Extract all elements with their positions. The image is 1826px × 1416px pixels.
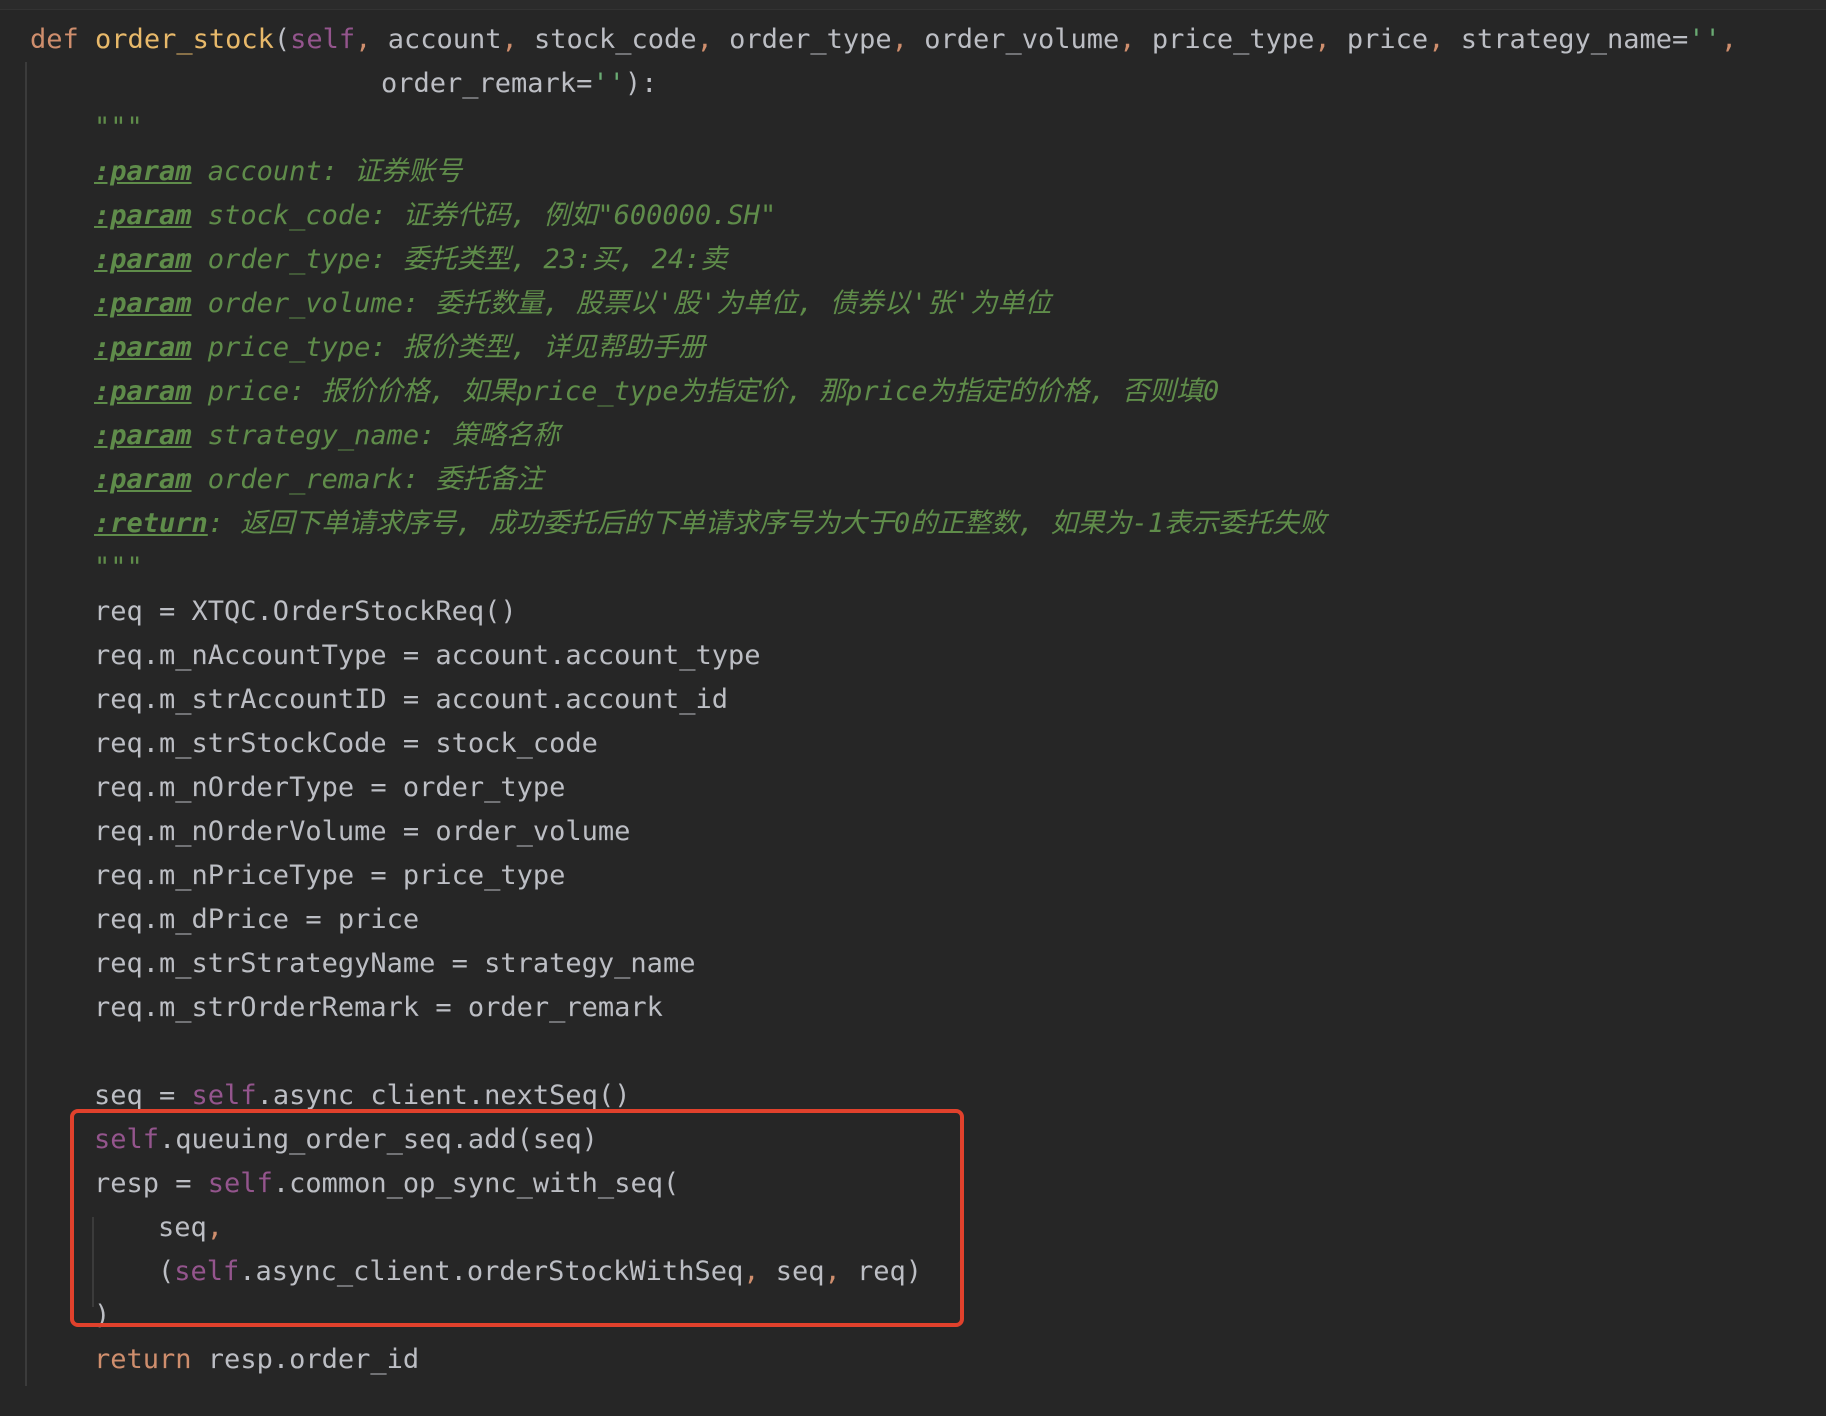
comma: , xyxy=(501,24,518,55)
comma: , xyxy=(1119,24,1136,55)
doc-param-tag: :param xyxy=(94,244,192,275)
self-keyword: self xyxy=(191,1080,257,1111)
param-account: account xyxy=(387,24,502,55)
code-line-body[interactable]: req.m_strStockCode = stock_code xyxy=(94,722,598,766)
doc-param-line[interactable]: :param order_remark: 委托备注 xyxy=(94,458,543,502)
doc-param-desc: 策略名称 xyxy=(451,420,560,451)
red-highlight-box xyxy=(70,1109,964,1327)
doc-param-desc: 委托备注 xyxy=(435,464,544,495)
doc-param-name: order_type: xyxy=(191,244,403,275)
paren-open: ( xyxy=(273,24,291,55)
string-empty: '' xyxy=(1688,24,1721,55)
param-strategy-name: strategy_name= xyxy=(1460,24,1689,55)
code-line-body[interactable]: req = XTQC.OrderStockReq() xyxy=(94,590,517,634)
code-line-body[interactable]: req.m_nAccountType = account.account_typ… xyxy=(94,634,760,678)
code-line-body[interactable]: req.m_nPriceType = price_type xyxy=(94,854,565,898)
doc-param-tag: :param xyxy=(94,332,192,363)
doc-return-line[interactable]: :return: 返回下单请求序号, 成功委托后的下单请求序号为大于0的正整数,… xyxy=(94,502,1326,546)
doc-param-tag: :param xyxy=(94,464,192,495)
doc-param-line[interactable]: :param order_type: 委托类型, 23:买, 24:卖 xyxy=(94,238,727,282)
doc-param-name: order_volume: xyxy=(191,288,436,319)
seq-assign: seq = xyxy=(94,1080,192,1111)
doc-param-name: account: xyxy=(191,156,355,187)
doc-param-desc: 报价类型, 详见帮助手册 xyxy=(402,332,706,363)
docstring-close[interactable]: """ xyxy=(94,546,143,590)
doc-param-name: price_type: xyxy=(191,332,403,363)
doc-param-tag: :param xyxy=(94,288,192,319)
function-name: order_stock xyxy=(95,24,274,55)
doc-param-desc: 委托数量, 股票以'股'为单位, 债券以'张'为单位 xyxy=(435,288,1052,319)
param-stock-code: stock_code xyxy=(534,24,697,55)
code-line-body[interactable]: req.m_strStrategyName = strategy_name xyxy=(94,942,695,986)
code-line-return[interactable]: return resp.order_id xyxy=(94,1338,419,1382)
code-line-body[interactable]: req.m_nOrderType = order_type xyxy=(94,766,565,810)
code-editor[interactable]: def order_stock(self, account, stock_cod… xyxy=(0,9,1826,1416)
doc-param-name: strategy_name: xyxy=(191,420,452,451)
code-line-body[interactable]: req.m_strOrderRemark = order_remark xyxy=(94,986,663,1030)
doc-param-name: price: xyxy=(191,376,322,407)
string-empty: '' xyxy=(592,68,625,99)
keyword-def: def xyxy=(30,24,79,55)
doc-param-desc: 委托类型, 23:买, 24:卖 xyxy=(402,244,728,275)
param-order-volume: order_volume xyxy=(924,24,1120,55)
doc-param-tag: :param xyxy=(94,200,192,231)
keyword-return: return xyxy=(94,1344,192,1375)
doc-param-name: order_remark: xyxy=(191,464,436,495)
doc-param-tag: :param xyxy=(94,156,192,187)
comma: , xyxy=(696,24,713,55)
doc-param-tag: :param xyxy=(94,420,192,451)
param-price-type: price_type xyxy=(1151,24,1315,55)
comma: , xyxy=(1428,24,1445,55)
doc-param-name: stock_code: xyxy=(191,200,403,231)
doc-param-tag: :param xyxy=(94,376,192,407)
comma: , xyxy=(891,24,908,55)
doc-param-line[interactable]: :param order_volume: 委托数量, 股票以'股'为单位, 债券… xyxy=(94,282,1051,326)
param-order-remark: order_remark= xyxy=(381,68,593,99)
doc-return-tag: :return xyxy=(94,508,208,539)
paren-close: ): xyxy=(624,68,658,99)
doc-param-desc: 报价价格, 如果price_type为指定价, 那price为指定的价格, 否则… xyxy=(321,376,1220,407)
comma: , xyxy=(1720,24,1738,55)
doc-param-line[interactable]: :param strategy_name: 策略名称 xyxy=(94,414,560,458)
code-line-body[interactable]: req.m_nOrderVolume = order_volume xyxy=(94,810,630,854)
param-price: price xyxy=(1346,24,1429,55)
doc-param-line[interactable]: :param price_type: 报价类型, 详见帮助手册 xyxy=(94,326,705,370)
doc-param-line[interactable]: :param account: 证券账号 xyxy=(94,150,462,194)
param-order-type: order_type xyxy=(729,24,892,55)
code-line-body[interactable]: req.m_strAccountID = account.account_id xyxy=(94,678,728,722)
docstring-open[interactable]: """ xyxy=(94,106,143,150)
next-seq-call: .async_client.nextSeq() xyxy=(256,1080,631,1111)
comma: , xyxy=(1314,24,1331,55)
return-value: resp.order_id xyxy=(191,1344,420,1375)
doc-param-desc: 证券账号 xyxy=(354,156,463,187)
doc-param-line[interactable]: :param stock_code: 证券代码, 例如"600000.SH" xyxy=(94,194,776,238)
self-param: self xyxy=(290,24,356,55)
comma: , xyxy=(355,24,372,55)
code-line-body[interactable]: req.m_dPrice = price xyxy=(94,898,419,942)
indent-guide xyxy=(25,62,27,1386)
doc-return-desc: : 返回下单请求序号, 成功委托后的下单请求序号为大于0的正整数, 如果为-1表… xyxy=(207,508,1327,539)
doc-param-desc: 证券代码, 例如"600000.SH" xyxy=(402,200,777,231)
doc-param-line[interactable]: :param price: 报价价格, 如果price_type为指定价, 那p… xyxy=(94,370,1219,414)
code-line-def[interactable]: def order_stock(self, account, stock_cod… xyxy=(30,18,1737,62)
code-line-def-cont[interactable]: order_remark=''): xyxy=(381,62,657,106)
